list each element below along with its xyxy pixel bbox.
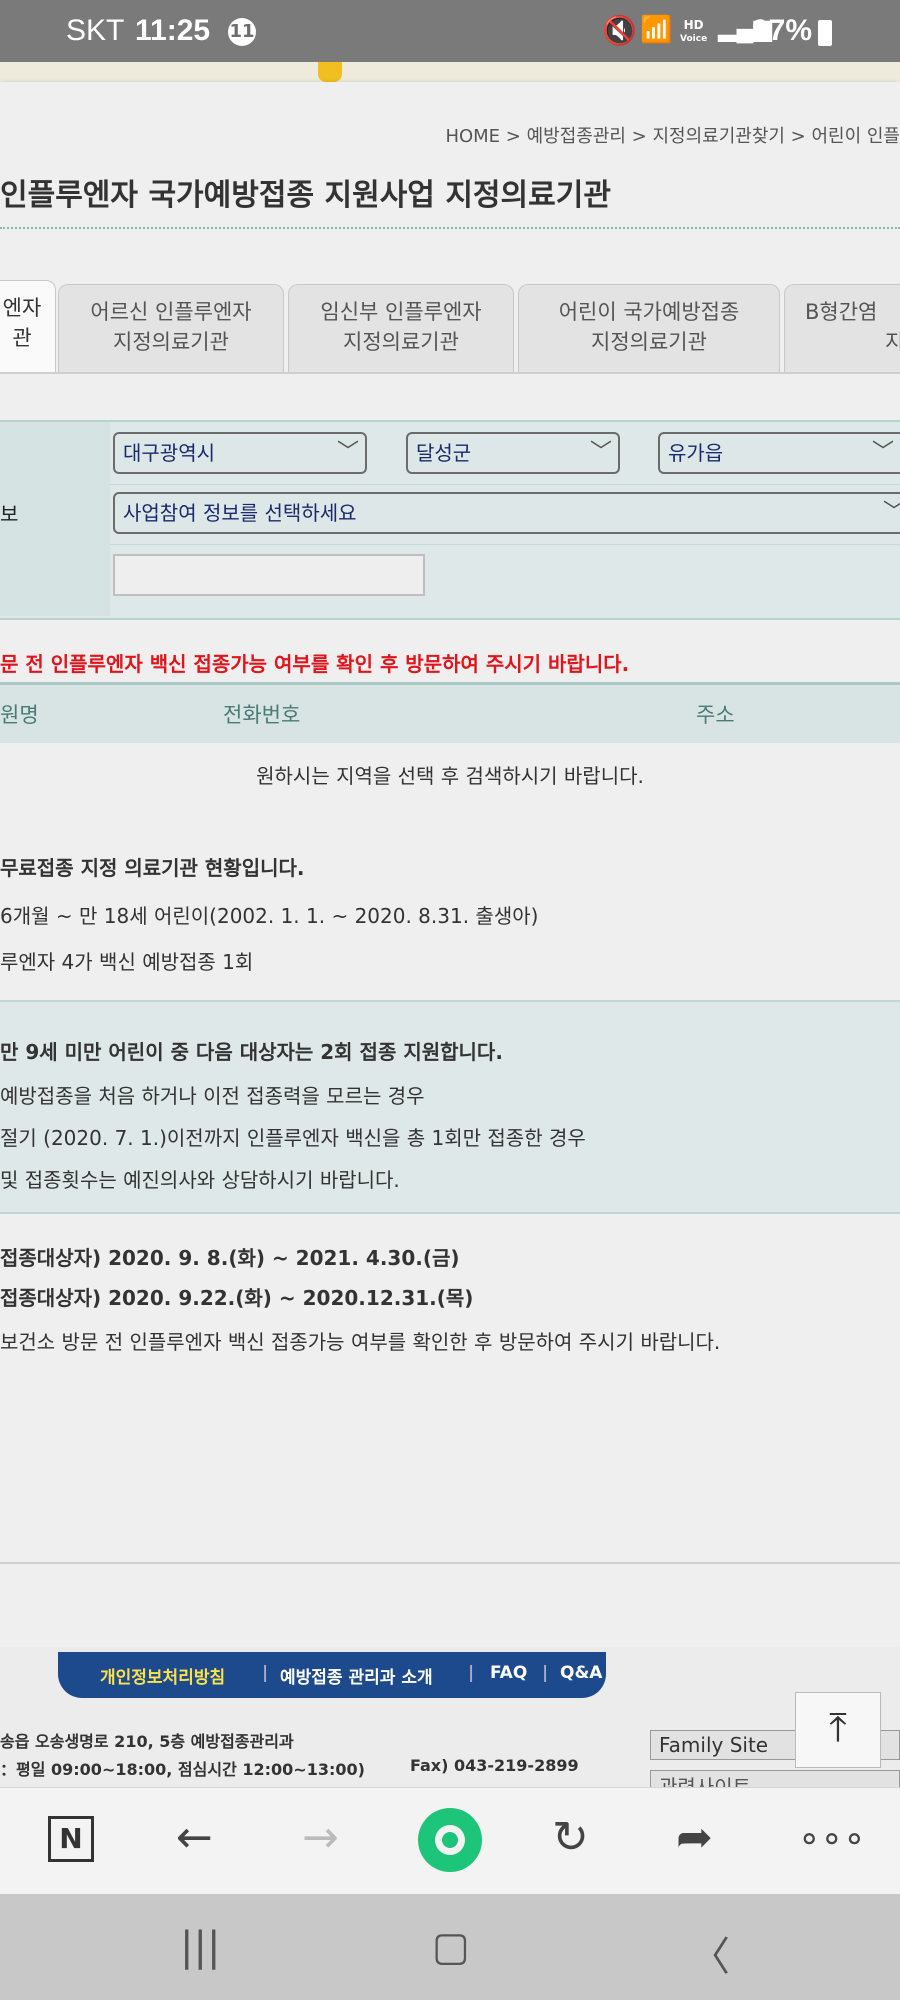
name-row [0,544,900,616]
footer-hours: ：평일 09:00~18:00, 점심시간 12:00~13:00) [0,1760,365,1779]
page-title: 인플루엔자 국가예방접종 지원사업 지정의료기관 [0,178,611,213]
designated-clinic-modal: HOME > 예방접종관리 > 지정의료기관찾기 > 어린이 인플 인플루엔자 … [0,82,900,1647]
visit-warning: 문 전 인플루엔자 백신 접종가능 여부를 확인 후 방문하여 주시기 바랍니다… [0,652,630,676]
green-dot-button[interactable] [418,1808,482,1872]
more-options-icon[interactable]: ∘∘∘ [798,1818,866,1859]
district-select[interactable]: 달성군 ﹀ [406,432,620,474]
mute-icon: 🔇 [602,15,637,46]
chevron-down-icon: ﹀ [336,440,359,465]
battery-percent: 97% [752,14,813,47]
battery-icon [818,20,832,46]
two-dose-condition-1: 예방접종을 처음 하거나 이전 접종력을 모르는 경우 [0,1084,425,1108]
carrier-label: SKT [66,14,125,47]
search-panel: 대구광역시﹀ 달성군﹀ 유가읍﹀ 보 사업참여 정보를 선택하세요﹀ [0,420,900,620]
share-icon[interactable]: ➦ [676,1812,713,1863]
tab-hepatitis-b[interactable]: B형간염지정 [784,284,900,372]
wifi-icon: 📶 [640,14,673,44]
result-table-header: 원명 전화번호 주소 [0,682,900,743]
footer-fax: Fax) 043-219-2899 [410,1756,579,1775]
footer-link-bar: 개인정보처리방침 | 예방접종 관리과 소개 | FAQ | Q&A [58,1652,606,1698]
voice-label: Voice [680,34,708,44]
qna-link[interactable]: Q&A [560,1663,602,1683]
two-dose-condition-2: 절기 (2020. 7. 1.)이전까지 인플루엔자 백신을 총 1회만 접종한… [0,1126,586,1150]
hd-label: HD [683,18,704,32]
footer-address: 송읍 오송생명로 210, 5층 예방접종관리과 [0,1732,294,1751]
region-label [0,422,110,484]
clock: 11:25 [135,14,211,47]
status-bar: SKT 11:25 11 🔇 📶 HD Voice ▂▄▆ 97% [0,0,900,62]
city-select[interactable]: 대구광역시 ﹀ [113,432,367,474]
notification-badge: 11 [228,18,256,46]
page-header-underlay [0,62,900,82]
tab-underline [0,372,900,374]
back-arrow-icon[interactable]: ← [176,1812,213,1863]
recent-apps-icon[interactable]: ||| [180,1924,220,1970]
system-nav-bar: ||| ▢ 〈 [0,1894,900,2000]
health-center-visit-note: 보건소 방문 전 인플루엔자 백신 접종가능 여부를 확인한 후 방문하여 주시… [0,1330,721,1354]
town-select[interactable]: 유가읍 ﹀ [658,432,900,474]
home-icon[interactable]: ▢ [432,1924,470,1970]
info-label: 보 [0,502,19,526]
chevron-down-icon: ﹀ [589,440,612,465]
two-dose-note: 및 접종횟수는 예진의사와 상담하시기 바랍니다. [0,1168,400,1192]
tab-pregnant-influenza[interactable]: 임신부 인플루엔자 지정의료기관 [288,284,514,372]
col-address: 주소 [696,703,735,727]
naver-home-button[interactable]: N [48,1816,94,1862]
title-divider [0,227,900,229]
forward-arrow-icon[interactable]: → [302,1812,339,1863]
two-dose-title: 만 9세 미만 어린이 중 다음 대상자는 2회 접종 지원합니다. [0,1040,503,1064]
chevron-down-icon: ﹀ [871,440,894,465]
two-dose-info-box: 만 9세 미만 어린이 중 다음 대상자는 2회 접종 지원합니다. 예방접종을… [0,1000,900,1214]
privacy-policy-link[interactable]: 개인정보처리방침 [100,1663,225,1688]
col-phone: 전화번호 [223,703,301,727]
mascot-icon [318,62,342,82]
scroll-to-top-button[interactable]: ⤒ [795,1692,881,1768]
tab-child-national-vaccination[interactable]: 어린이 국가예방접종 지정의료기관 [518,284,780,372]
department-intro-link[interactable]: 예방접종 관리과 소개 [280,1663,433,1688]
modal-bottom-divider [0,1562,900,1564]
col-clinic-name: 원명 [0,703,39,727]
period-2: 접종대상자) 2020. 9.22.(화) ~ 2020.12.31.(목) [0,1286,474,1310]
faq-link[interactable]: FAQ [490,1663,527,1683]
back-icon[interactable]: 〈 [690,1924,730,1982]
participation-info-select[interactable]: 사업참여 정보를 선택하세요﹀ [113,492,900,534]
clinic-name-input[interactable] [113,554,425,596]
arrow-up-icon: ⤒ [829,1705,847,1751]
breadcrumb: HOME > 예방접종관리 > 지정의료기관찾기 > 어린이 인플 [445,126,900,147]
info-title: 무료접종 지정 의료기관 현황입니다. [0,856,305,880]
info-vaccine-dose: 루엔자 4가 백신 예방접종 1회 [0,950,254,974]
chevron-down-icon: ﹀ [883,494,900,532]
region-row: 대구광역시 ﹀ 달성군 ﹀ 유가읍 ﹀ [0,422,900,485]
empty-result-message: 원하시는 지역을 선택 후 검색하시기 바랍니다. [256,764,644,788]
info-row: 보 사업참여 정보를 선택하세요﹀ [0,484,900,545]
reload-icon[interactable]: ↻ [552,1812,589,1863]
tab-senior-influenza[interactable]: 어르신 인플루엔자 지정의료기관 [58,284,284,372]
info-target-age: 6개월 ~ 만 18세 어린이(2002. 1. 1. ~ 2020. 8.31… [0,904,539,928]
tab-child-influenza[interactable]: 엔자 관 [0,280,56,372]
period-1: 접종대상자) 2020. 9. 8.(화) ~ 2021. 4.30.(금) [0,1246,460,1270]
browser-toolbar: N ← → ↻ ➦ ∘∘∘ [0,1787,900,1895]
